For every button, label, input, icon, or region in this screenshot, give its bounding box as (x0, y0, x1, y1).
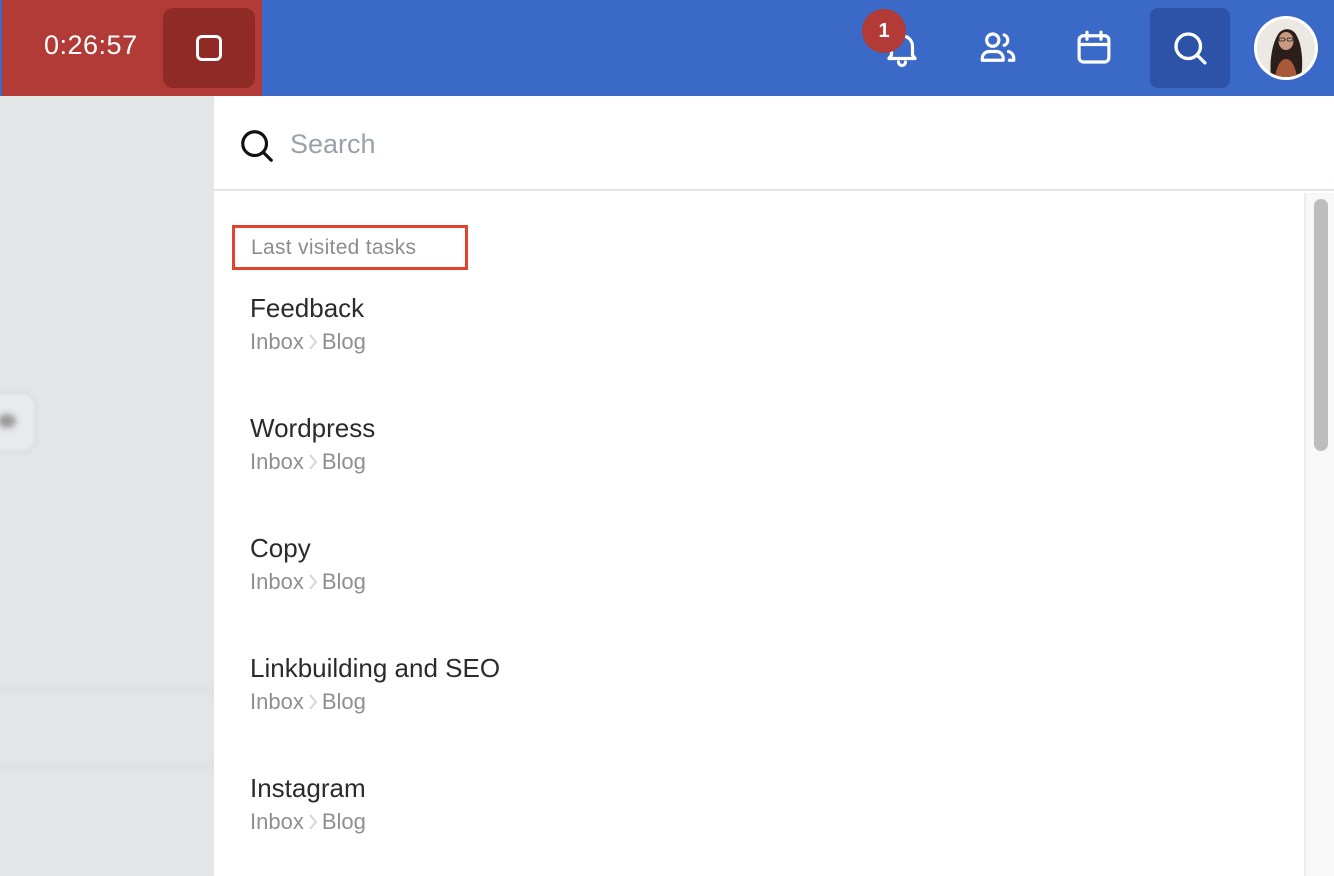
background-control (0, 394, 34, 450)
task-title: Wordpress (250, 413, 376, 443)
task-title: Linkbuilding and SEO (250, 653, 501, 683)
breadcrumb-list: Blog (321, 809, 366, 834)
background-divider (0, 686, 214, 694)
breadcrumb-project: Inbox (250, 689, 304, 714)
task-breadcrumb: Inbox Blog (250, 329, 950, 355)
background-app-overlay (0, 96, 214, 876)
task-item[interactable]: Instagram Inbox Blog (250, 773, 950, 835)
search-results-list: Last visited tasks Feedback Inbox Blog W… (214, 193, 1304, 876)
task-item[interactable]: Wordpress Inbox Blog (250, 413, 950, 475)
user-avatar[interactable] (1254, 16, 1318, 80)
timer-display: 0:26:57 (44, 30, 138, 60)
chevron-right-icon (309, 814, 318, 830)
search-field-icon (238, 127, 276, 165)
results-scrollbar[interactable] (1304, 193, 1334, 876)
breadcrumb-list: Blog (321, 329, 366, 354)
section-heading-last-visited: Last visited tasks (232, 225, 468, 270)
search-panel: Last visited tasks Feedback Inbox Blog W… (214, 96, 1334, 876)
calendar-button[interactable] (1054, 8, 1134, 88)
search-icon (1174, 32, 1207, 65)
calendar-icon (1077, 30, 1111, 64)
task-breadcrumb: Inbox Blog (250, 569, 950, 595)
search-button[interactable] (1150, 8, 1230, 88)
person-photo-icon (1257, 19, 1315, 77)
task-title: Copy (250, 533, 311, 563)
breadcrumb-list: Blog (321, 689, 366, 714)
chevron-right-icon (309, 574, 318, 590)
search-bar (214, 96, 1334, 191)
background-divider (0, 762, 214, 770)
scrollbar-thumb[interactable] (1314, 199, 1328, 451)
breadcrumb-list: Blog (321, 449, 366, 474)
breadcrumb-project: Inbox (250, 329, 304, 354)
breadcrumb-project: Inbox (250, 569, 304, 594)
search-icon (241, 130, 273, 162)
task-breadcrumb: Inbox Blog (250, 689, 950, 715)
task-item[interactable]: Copy Inbox Blog (250, 533, 950, 595)
breadcrumb-project: Inbox (250, 809, 304, 834)
breadcrumb-list: Blog (321, 569, 366, 594)
search-input[interactable] (290, 122, 1290, 166)
chevron-right-icon (309, 694, 318, 710)
stop-icon (196, 35, 222, 61)
people-icon (980, 32, 1016, 62)
task-breadcrumb: Inbox Blog (250, 809, 950, 835)
timer-widget: 0:26:57 (0, 0, 262, 96)
notification-badge: 1 (862, 9, 906, 53)
task-title: Feedback (250, 293, 365, 323)
top-bar: 0:26:57 1 (0, 0, 1334, 96)
task-item[interactable]: Linkbuilding and SEO Inbox Blog (250, 653, 950, 715)
task-title: Instagram (250, 773, 366, 803)
breadcrumb-project: Inbox (250, 449, 304, 474)
avatar-photo (1257, 19, 1315, 77)
task-item[interactable]: Feedback Inbox Blog (250, 293, 950, 355)
task-breadcrumb: Inbox Blog (250, 449, 950, 475)
chevron-right-icon (309, 454, 318, 470)
team-button[interactable] (958, 8, 1038, 88)
stop-timer-button[interactable] (163, 8, 255, 88)
chevron-right-icon (309, 334, 318, 350)
